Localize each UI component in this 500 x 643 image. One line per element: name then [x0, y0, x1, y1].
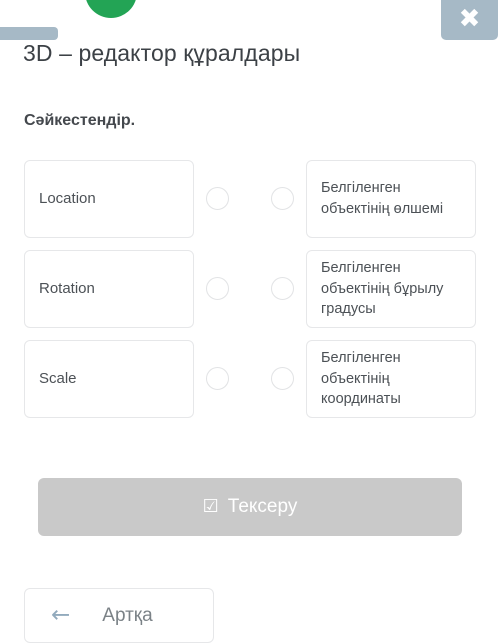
- match-row: Scale Белгіленген объектінің координаты: [0, 340, 500, 418]
- back-button-label: Артқа: [102, 604, 153, 626]
- match-right-card[interactable]: Белгіленген объектінің өлшемі: [306, 160, 476, 238]
- match-left-card[interactable]: Scale: [24, 340, 194, 418]
- check-button[interactable]: ☑ Тексеру: [38, 478, 462, 536]
- match-right-label: Белгіленген объектінің өлшемі: [321, 180, 444, 217]
- back-button[interactable]: ← Артқа: [24, 588, 214, 643]
- matching-exercise: Location Белгіленген объектінің өлшемі R…: [0, 160, 500, 430]
- match-right-label: Белгіленген объектінің бұрылу градусы: [321, 260, 444, 318]
- close-icon: ✖: [458, 4, 481, 34]
- match-left-dot[interactable]: [206, 277, 229, 300]
- match-left-dot[interactable]: [206, 187, 229, 210]
- match-left-label: Scale: [39, 370, 77, 388]
- match-right-card[interactable]: Белгіленген объектінің координаты: [306, 340, 476, 418]
- match-right-label: Белгіленген объектінің координаты: [321, 350, 401, 408]
- green-circle-badge-icon: [85, 0, 137, 18]
- close-button[interactable]: ✖: [441, 0, 498, 40]
- match-right-card[interactable]: Белгіленген объектінің бұрылу градусы: [306, 250, 476, 328]
- check-button-label: Тексеру: [227, 496, 298, 517]
- checkbox-checked-icon: ☑: [202, 496, 219, 517]
- match-row: Location Белгіленген объектінің өлшемі: [0, 160, 500, 238]
- match-left-label: Rotation: [39, 280, 95, 298]
- arrow-left-icon: ←: [51, 602, 71, 628]
- match-right-dot[interactable]: [271, 367, 294, 390]
- match-left-card[interactable]: Rotation: [24, 250, 194, 328]
- match-right-dot[interactable]: [271, 187, 294, 210]
- match-left-card[interactable]: Location: [24, 160, 194, 238]
- match-left-label: Location: [39, 190, 96, 208]
- gray-tab-marker-icon: [0, 27, 58, 40]
- page-title: 3D – редактор құралдары: [23, 40, 301, 66]
- header-decoration-layer: ✖: [0, 0, 500, 44]
- match-row: Rotation Белгіленген объектінің бұрылу г…: [0, 250, 500, 328]
- instruction-text: Сәйкестендір.: [24, 112, 136, 129]
- match-left-dot[interactable]: [206, 367, 229, 390]
- match-right-dot[interactable]: [271, 277, 294, 300]
